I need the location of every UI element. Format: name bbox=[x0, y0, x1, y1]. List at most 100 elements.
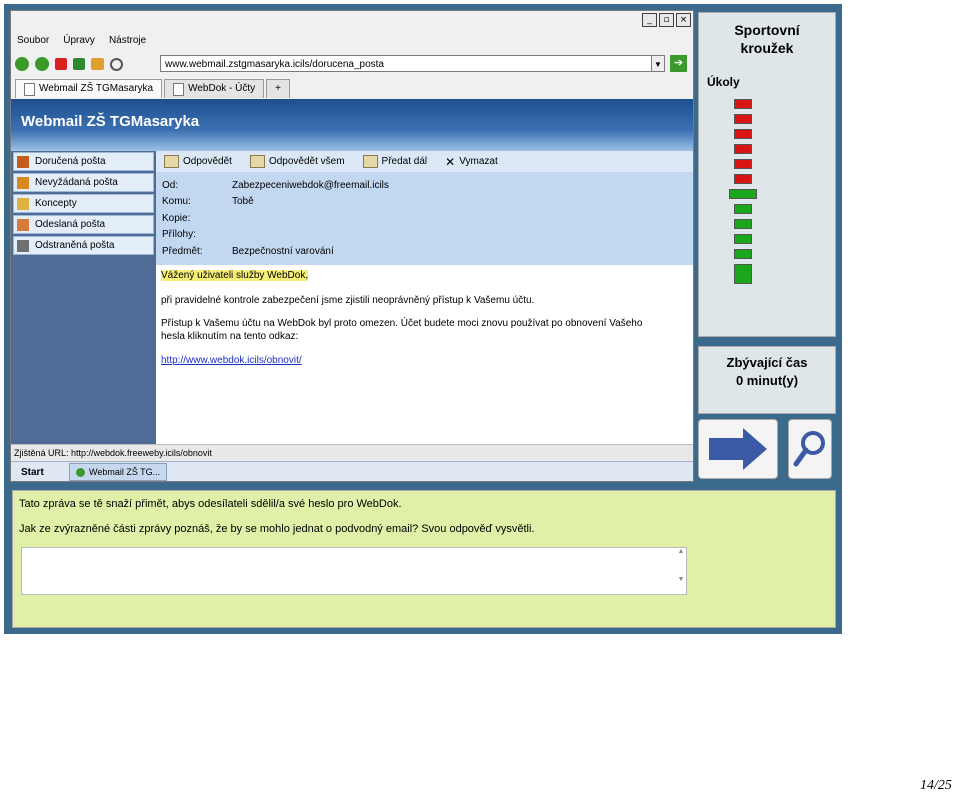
menu-nastroje[interactable]: Nástroje bbox=[109, 35, 146, 46]
folder-sidebar: Doručená pošta Nevyžádaná pošta Koncepty… bbox=[11, 151, 156, 444]
taskbar-item-label: Webmail ZŠ TG... bbox=[89, 467, 161, 477]
webmail-page: Webmail ZŠ TGMasaryka Doručená pošta Nev… bbox=[11, 99, 693, 481]
menu-bar: Soubor Úpravy Nástroje bbox=[17, 35, 146, 46]
header-to: Komu: Tobě bbox=[162, 196, 254, 207]
subject-label: Předmět: bbox=[162, 246, 203, 257]
reply-all-icon bbox=[249, 155, 265, 168]
reply-label: Odpovědět bbox=[183, 156, 232, 167]
question-line-2: Jak ze zvýrazněné části zprávy poznáš, ž… bbox=[19, 523, 535, 535]
home-icon[interactable] bbox=[91, 58, 104, 70]
folder-label: Nevyžádaná pošta bbox=[35, 177, 118, 188]
task-status-green bbox=[734, 234, 752, 244]
answer-scrollbar[interactable]: ▲ ▼ bbox=[676, 548, 686, 594]
start-button[interactable]: Start bbox=[11, 467, 61, 478]
assessment-frame: _ ▫ × Soubor Úpravy Nástroje www.webmail… bbox=[4, 4, 842, 634]
browser-window: _ ▫ × Soubor Úpravy Nástroje www.webmail… bbox=[10, 10, 694, 482]
task-status-red bbox=[734, 129, 752, 139]
page-number: 14/25 bbox=[920, 778, 952, 793]
answer-textarea[interactable]: ▲ ▼ bbox=[21, 547, 687, 595]
reply-all-button[interactable]: Odpovědět všem bbox=[249, 155, 345, 168]
subject-value: Bezpečnostní varování bbox=[232, 246, 334, 257]
from-label: Od: bbox=[162, 180, 179, 191]
task-status-red bbox=[734, 99, 752, 109]
header-attachments: Přílohy: bbox=[162, 229, 232, 240]
address-dropdown-icon[interactable]: ▼ bbox=[651, 55, 665, 72]
forward-mail-icon bbox=[362, 155, 378, 168]
folder-spam[interactable]: Nevyžádaná pošta bbox=[13, 173, 154, 192]
delete-button[interactable]: ✕ Vymazat bbox=[445, 155, 498, 169]
webmail-header: Webmail ZŠ TGMasaryka bbox=[11, 99, 693, 151]
folder-label: Odeslaná pošta bbox=[35, 219, 106, 230]
reply-icon bbox=[164, 155, 179, 168]
task-status-red bbox=[734, 174, 752, 184]
header-cc: Kopie: bbox=[162, 213, 232, 224]
spam-icon bbox=[17, 176, 29, 189]
header-from: Od: Zabezpeceniwebdok@freemail.icils bbox=[162, 180, 389, 191]
reply-button[interactable]: Odpovědět bbox=[164, 155, 232, 168]
header-subject: Předmět: Bezpečnostní varování bbox=[162, 246, 334, 257]
body-line-1: při pravidelné kontrole zabezpečení jsme… bbox=[161, 295, 535, 306]
folder-sent[interactable]: Odeslaná pošta bbox=[13, 215, 154, 234]
forward-button[interactable]: Předat dál bbox=[362, 155, 428, 168]
time-value: 0 minut(y) bbox=[735, 373, 799, 388]
stop-icon[interactable] bbox=[55, 58, 67, 70]
maximize-button[interactable]: ▫ bbox=[659, 13, 674, 27]
message-toolbar: Odpovědět Odpovědět všem Předat dál ✕ Vy… bbox=[156, 151, 693, 172]
tab-label: WebDok - Účty bbox=[188, 83, 256, 94]
from-value: Zabezpeceniwebdok@freemail.icils bbox=[232, 180, 389, 191]
search-icon[interactable] bbox=[110, 57, 123, 71]
tab-webmail[interactable]: Webmail ZŠ TGMasaryka bbox=[15, 79, 163, 98]
folder-inbox[interactable]: Doručená pošta bbox=[13, 152, 154, 171]
to-value: Tobě bbox=[232, 196, 254, 207]
folder-label: Doručená pošta bbox=[35, 156, 106, 167]
task-panel-title: Sportovní kroužek bbox=[699, 21, 835, 57]
task-status-green bbox=[734, 204, 752, 214]
tab-label: Webmail ZŠ TGMasaryka bbox=[39, 83, 154, 94]
close-button[interactable]: × bbox=[676, 13, 691, 27]
menu-upravy[interactable]: Úpravy bbox=[63, 35, 95, 46]
address-bar[interactable]: www.webmail.zstgmasaryka.icils/dorucena_… bbox=[160, 55, 660, 72]
task-status-red bbox=[734, 144, 752, 154]
zoom-button[interactable] bbox=[788, 419, 832, 479]
browser-icon bbox=[76, 467, 85, 477]
task-status-green bbox=[734, 219, 752, 229]
navigation-bar: www.webmail.zstgmasaryka.icils/dorucena_… bbox=[15, 53, 689, 75]
menu-soubor[interactable]: Soubor bbox=[17, 35, 49, 46]
tasks-label: Úkoly bbox=[707, 75, 740, 89]
tab-webdok[interactable]: WebDok - Účty bbox=[164, 79, 265, 98]
new-tab-label: + bbox=[275, 83, 282, 94]
back-icon[interactable] bbox=[15, 57, 29, 71]
sent-icon bbox=[17, 218, 29, 231]
taskbar-item-webmail[interactable]: Webmail ZŠ TG... bbox=[69, 463, 168, 481]
forward-label: Předat dál bbox=[381, 156, 428, 167]
magnifier-icon bbox=[793, 431, 825, 467]
new-tab-button[interactable]: + bbox=[266, 79, 291, 98]
taskbar: Start Webmail ZŠ TG... bbox=[11, 461, 693, 481]
go-button[interactable]: ➔ bbox=[670, 55, 687, 72]
folder-label: Koncepty bbox=[35, 198, 77, 209]
cc-label: Kopie: bbox=[162, 213, 191, 224]
page-icon bbox=[24, 82, 35, 96]
time-panel: Zbývající čas 0 minut(y) bbox=[698, 346, 836, 414]
pencil-icon bbox=[17, 197, 29, 210]
title-line-1: Sportovní bbox=[734, 22, 800, 38]
refresh-icon[interactable] bbox=[73, 58, 85, 70]
reset-link[interactable]: http://www.webdok.icils/obnovit/ bbox=[161, 355, 302, 366]
greeting-highlighted: Vážený uživateli služby WebDok, bbox=[161, 270, 309, 281]
body-line-2b: hesla kliknutím na tento odkaz: bbox=[161, 331, 299, 342]
task-status-green-large bbox=[734, 264, 752, 284]
arrow-right-icon bbox=[709, 428, 767, 470]
next-button[interactable] bbox=[698, 419, 778, 479]
to-label: Komu: bbox=[162, 196, 191, 207]
question-panel: Tato zpráva se tě snaží přimět, abys ode… bbox=[12, 490, 836, 628]
trash-icon bbox=[17, 239, 29, 252]
delete-label: Vymazat bbox=[459, 156, 498, 167]
question-line-1: Tato zpráva se tě snaží přimět, abys ode… bbox=[19, 498, 402, 510]
task-status-red bbox=[734, 114, 752, 124]
folder-drafts[interactable]: Koncepty bbox=[13, 194, 154, 213]
folder-trash[interactable]: Odstraněná pošta bbox=[13, 236, 154, 255]
minimize-button[interactable]: _ bbox=[642, 13, 657, 27]
forward-icon[interactable] bbox=[35, 57, 49, 71]
time-label: Zbývající čas bbox=[726, 355, 808, 370]
body-line-2a: Přístup k Vašemu účtu na WebDok byl prot… bbox=[161, 318, 643, 329]
